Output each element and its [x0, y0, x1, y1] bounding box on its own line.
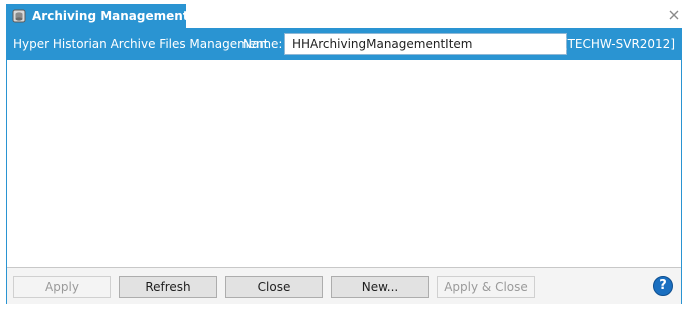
- server-label: [TECHW-SVR2012]: [562, 37, 675, 51]
- archive-db-icon: [12, 9, 26, 23]
- help-icon[interactable]: ?: [653, 276, 673, 296]
- refresh-button[interactable]: Refresh: [119, 276, 217, 298]
- tab-close-icon[interactable]: [195, 10, 207, 22]
- document-tab-strip: Archiving Management: [0, 0, 687, 28]
- page-title: Hyper Historian Archive Files Management: [13, 37, 269, 51]
- archiving-management-tab[interactable]: Archiving Management: [6, 4, 206, 28]
- header-bar: Hyper Historian Archive Files Management…: [7, 29, 681, 60]
- apply-button[interactable]: Apply: [13, 276, 111, 298]
- apply-and-close-button[interactable]: Apply & Close: [437, 276, 535, 298]
- content-area: [7, 60, 681, 267]
- new-button[interactable]: New...: [331, 276, 429, 298]
- name-label: Name:: [243, 37, 283, 51]
- archive-management-panel: Hyper Historian Archive Files Management…: [6, 28, 682, 304]
- tab-title: Archiving Management: [32, 9, 189, 23]
- close-button[interactable]: Close: [225, 276, 323, 298]
- window-close-icon[interactable]: [669, 9, 679, 20]
- button-bar: Apply Refresh Close New... Apply & Close…: [7, 267, 681, 304]
- name-input[interactable]: [284, 33, 567, 55]
